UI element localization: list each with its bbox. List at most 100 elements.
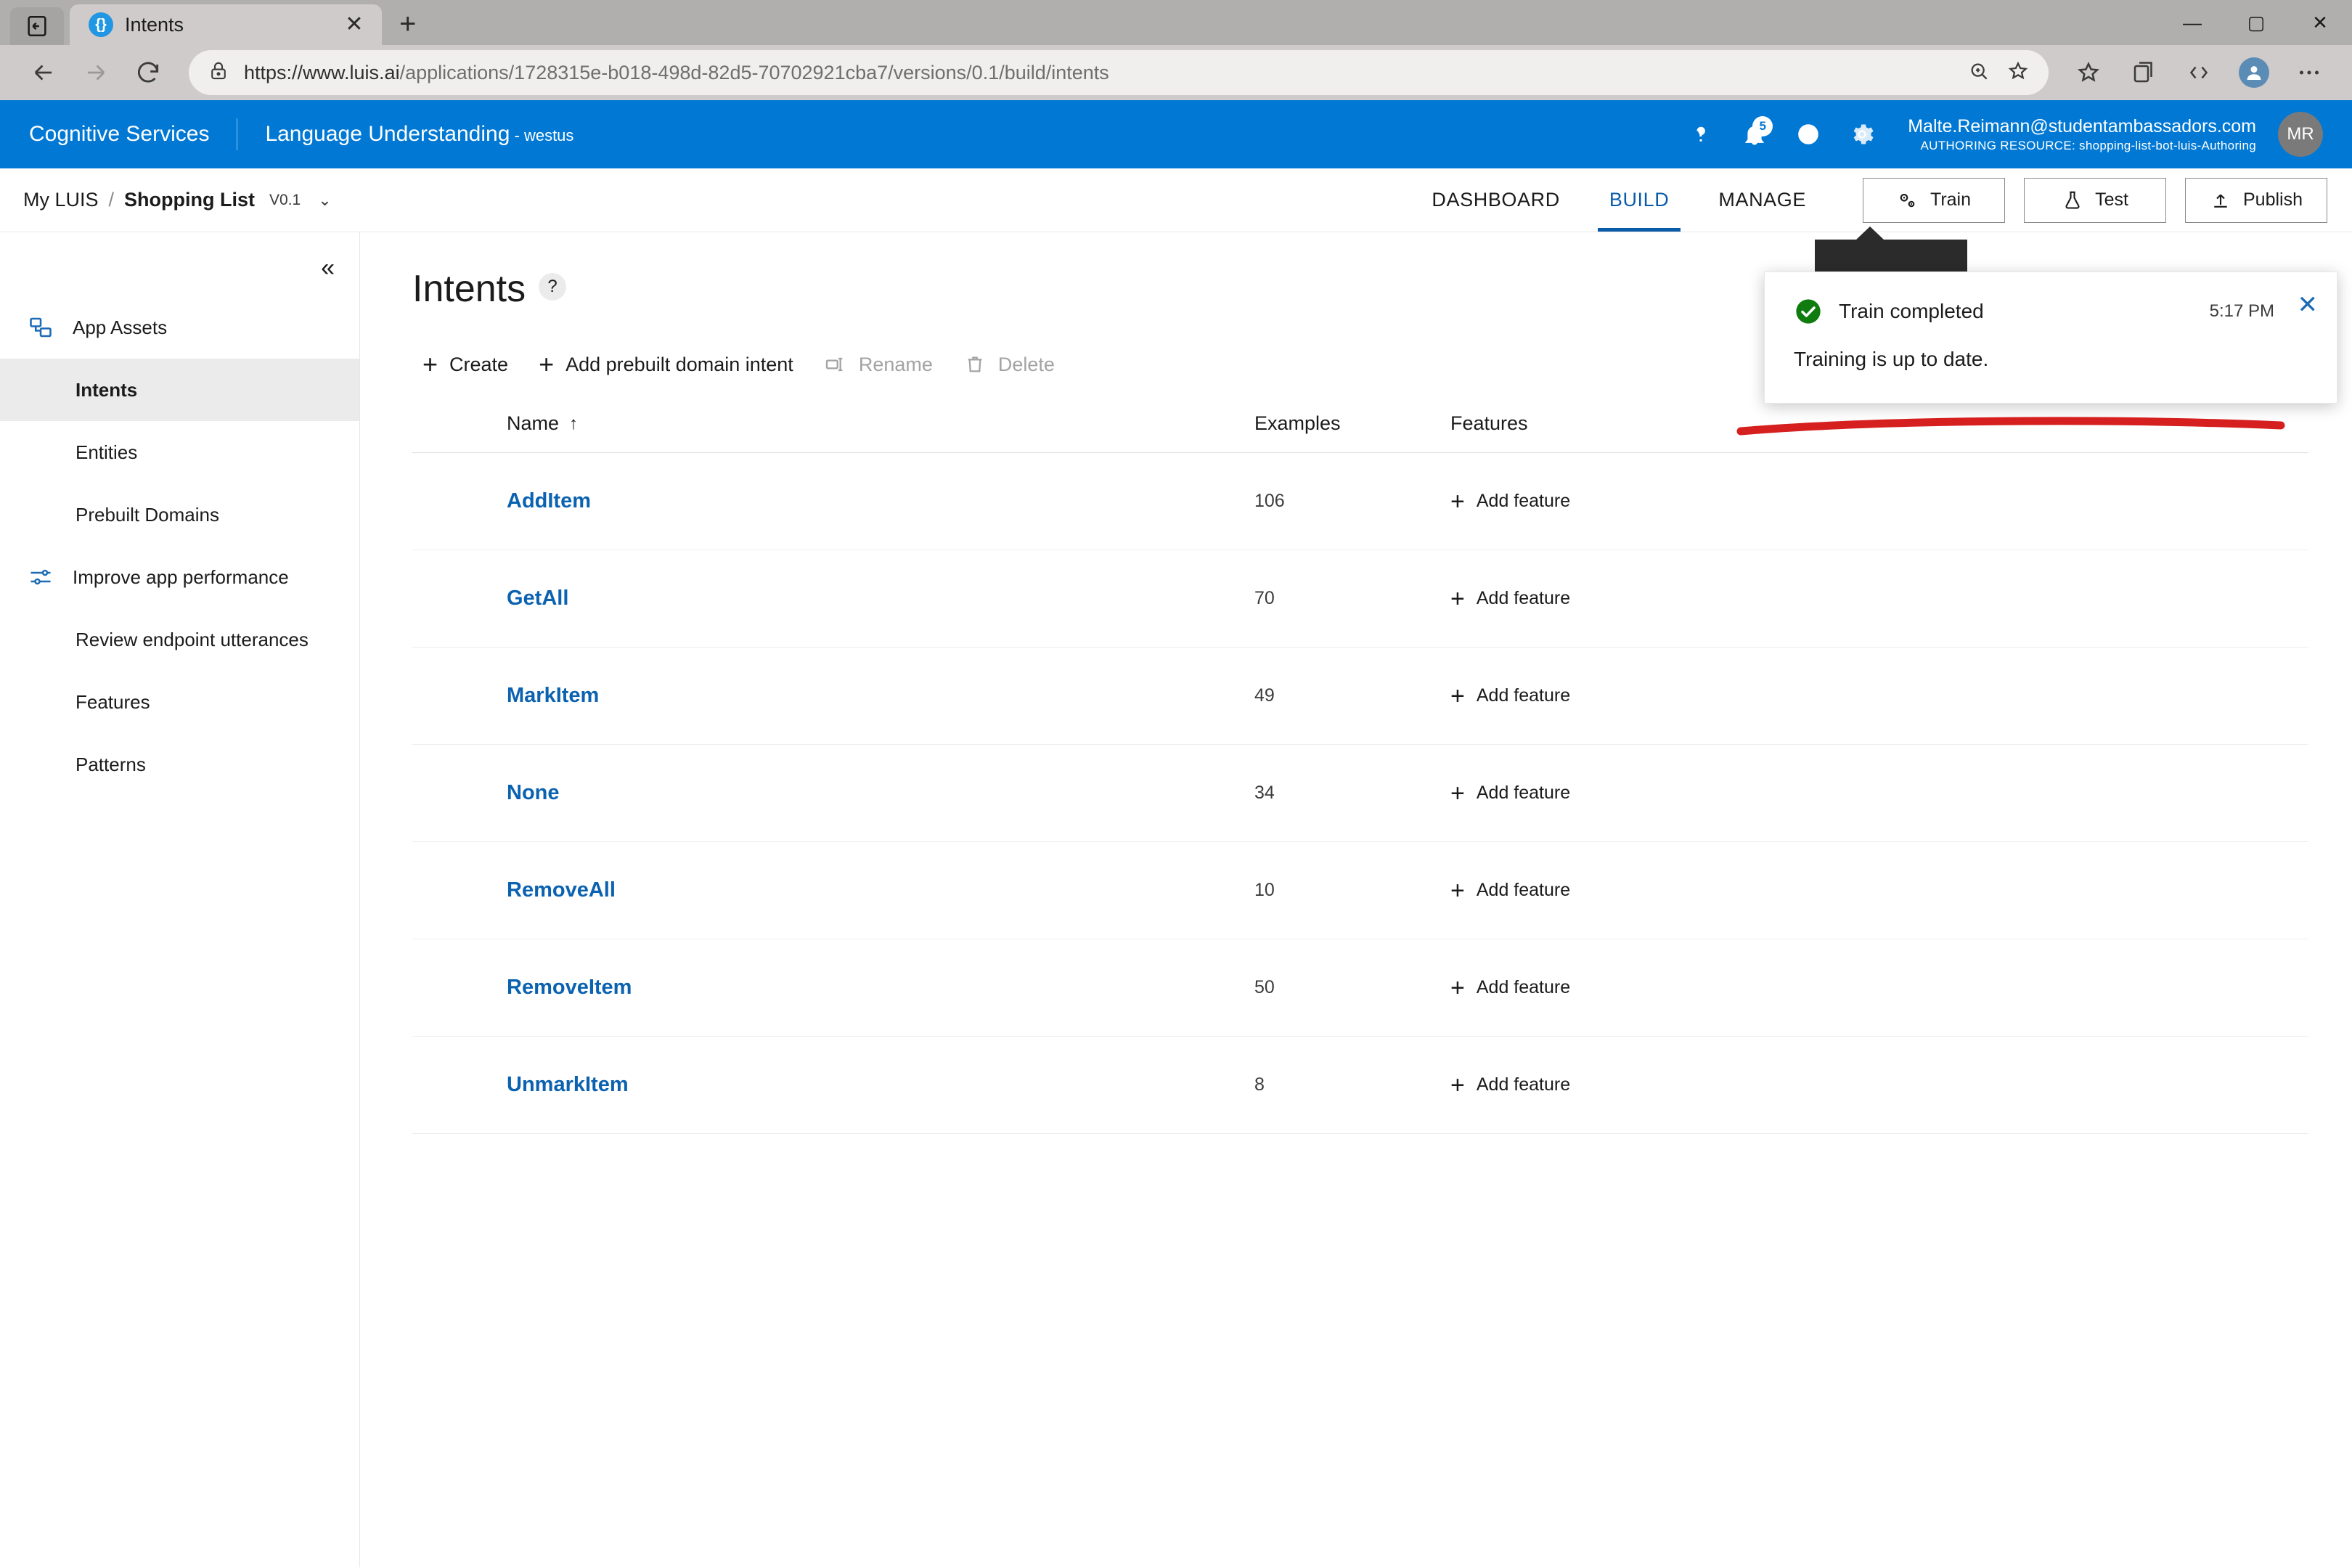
table-row[interactable]: AddItem 106 + Add feature <box>412 453 2308 550</box>
publish-button[interactable]: Publish <box>2185 178 2327 223</box>
sidebar-label: Entities <box>75 441 137 464</box>
help-icon[interactable] <box>1677 110 1725 158</box>
rename-label: Rename <box>859 354 933 376</box>
test-button[interactable]: Test <box>2024 178 2166 223</box>
reload-button[interactable] <box>123 48 173 97</box>
intent-name-link[interactable]: GetAll <box>412 587 1254 611</box>
sort-ascending-icon: ↑ <box>569 414 578 434</box>
browser-toolbar: https://www.luis.ai/applications/1728315… <box>0 45 2352 100</box>
intent-name-link[interactable]: None <box>412 781 1254 805</box>
minimize-button[interactable]: — <box>2160 0 2224 45</box>
tab-close-icon[interactable]: ✕ <box>340 14 369 36</box>
intent-name-link[interactable]: MarkItem <box>412 684 1254 708</box>
add-favorite-icon[interactable] <box>2006 60 2030 86</box>
feedback-smiley-icon[interactable] <box>1784 110 1832 158</box>
tab-dashboard[interactable]: DASHBOARD <box>1407 168 1584 232</box>
sidebar-item-app-assets[interactable]: App Assets <box>0 296 359 359</box>
publish-icon <box>2210 189 2231 211</box>
plus-icon: + <box>1450 1073 1465 1098</box>
browser-tabstrip: {} Intents ✕ + — ▢ ✕ <box>0 0 2352 45</box>
intent-name-link[interactable]: RemoveItem <box>412 976 1254 1000</box>
toast-body: Training is up to date. <box>1794 348 2308 371</box>
add-feature-button[interactable]: + Add feature <box>1450 878 2308 903</box>
sidebar-collapse-button[interactable]: « <box>0 240 359 296</box>
help-question-icon[interactable]: ? <box>539 273 566 301</box>
add-feature-button[interactable]: + Add feature <box>1450 684 2308 709</box>
table-row[interactable]: MarkItem 49 + Add feature <box>412 648 2308 745</box>
settings-gear-icon[interactable] <box>1838 110 1886 158</box>
tab-build[interactable]: BUILD <box>1585 168 1694 232</box>
maximize-button[interactable]: ▢ <box>2224 0 2288 45</box>
column-name-label: Name <box>507 412 559 435</box>
add-feature-button[interactable]: + Add feature <box>1450 489 2308 514</box>
version-chevron-down-icon[interactable]: ⌄ <box>318 191 331 210</box>
rename-button: Rename <box>814 343 953 386</box>
browser-essentials-icon[interactable] <box>2175 49 2223 97</box>
settings-more-icon[interactable] <box>2285 49 2333 97</box>
sidebar-item-review-endpoint-utterances[interactable]: Review endpoint utterances <box>0 608 359 671</box>
tab-favicon-icon: {} <box>89 12 113 37</box>
sidebar-item-features[interactable]: Features <box>0 671 359 733</box>
add-prebuilt-label: Add prebuilt domain intent <box>565 354 793 376</box>
favorites-icon[interactable] <box>2065 49 2112 97</box>
profile-avatar[interactable] <box>2230 49 2278 97</box>
intent-examples-count: 8 <box>1254 1074 1450 1095</box>
train-button[interactable]: Train <box>1863 178 2005 223</box>
tab-list-icon <box>25 14 49 38</box>
sidebar-item-prebuilt-domains[interactable]: Prebuilt Domains <box>0 483 359 546</box>
intent-name-link[interactable]: RemoveAll <box>412 878 1254 902</box>
collections-icon[interactable] <box>2120 49 2168 97</box>
browser-chrome: {} Intents ✕ + — ▢ ✕ https://www.luis.ai… <box>0 0 2352 100</box>
toast-time: 5:17 PM <box>2210 301 2308 322</box>
table-row[interactable]: RemoveItem 50 + Add feature <box>412 939 2308 1037</box>
intent-name-link[interactable]: AddItem <box>412 489 1254 513</box>
sidebar-item-improve-app-performance[interactable]: Improve app performance <box>0 546 359 608</box>
add-feature-button[interactable]: + Add feature <box>1450 1073 2308 1098</box>
toast-title: Train completed <box>1839 300 1984 323</box>
tab-manage[interactable]: MANAGE <box>1694 168 1831 232</box>
create-button[interactable]: + Create <box>412 341 528 388</box>
add-feature-button[interactable]: + Add feature <box>1450 976 2308 1000</box>
add-feature-button[interactable]: + Add feature <box>1450 781 2308 806</box>
browser-toolbar-icons <box>2065 49 2333 97</box>
intent-name-link[interactable]: UnmarkItem <box>412 1073 1254 1097</box>
add-prebuilt-domain-intent-button[interactable]: + Add prebuilt domain intent <box>528 341 814 388</box>
column-header-name[interactable]: Name ↑ <box>412 412 1254 435</box>
add-feature-label: Add feature <box>1477 977 1570 998</box>
assets-icon <box>26 314 55 340</box>
intents-table: Name ↑ Examples Features AddItem 106 + A… <box>412 412 2308 1134</box>
toast-close-icon[interactable]: ✕ <box>2298 293 2319 317</box>
notification-badge: 5 <box>1752 116 1773 136</box>
close-window-button[interactable]: ✕ <box>2288 0 2352 45</box>
column-header-examples[interactable]: Examples <box>1254 412 1450 435</box>
create-label: Create <box>449 354 508 376</box>
sidebar-item-intents[interactable]: Intents <box>0 359 359 421</box>
chevron-double-left-icon: « <box>321 256 335 280</box>
table-row[interactable]: None 34 + Add feature <box>412 745 2308 842</box>
zoom-icon[interactable] <box>1967 60 1990 86</box>
product-name[interactable]: Language Understanding - westus <box>265 122 573 147</box>
new-tab-button[interactable]: + <box>399 8 416 41</box>
sidebar-item-entities[interactable]: Entities <box>0 421 359 483</box>
delete-label: Delete <box>998 354 1055 376</box>
breadcrumb-my-luis[interactable]: My LUIS <box>23 189 99 211</box>
browser-tab[interactable]: {} Intents ✕ <box>70 4 382 45</box>
breadcrumb-app-name[interactable]: Shopping List <box>124 189 255 211</box>
add-feature-label: Add feature <box>1477 588 1570 609</box>
table-row[interactable]: RemoveAll 10 + Add feature <box>412 842 2308 939</box>
table-row[interactable]: UnmarkItem 8 + Add feature <box>412 1037 2308 1134</box>
authoring-resource: AUTHORING RESOURCE: shopping-list-bot-lu… <box>1908 138 2256 153</box>
plus-icon: + <box>1450 587 1465 611</box>
user-avatar[interactable]: MR <box>2278 112 2323 157</box>
address-bar[interactable]: https://www.luis.ai/applications/1728315… <box>189 50 2049 95</box>
back-button[interactable] <box>19 48 68 97</box>
tab-title: Intents <box>125 14 328 36</box>
notifications-icon[interactable]: 5 <box>1731 110 1779 158</box>
forward-button[interactable] <box>71 48 121 97</box>
sidebar-item-patterns[interactable]: Patterns <box>0 733 359 796</box>
add-feature-button[interactable]: + Add feature <box>1450 587 2308 611</box>
tab-search-button[interactable] <box>10 7 64 45</box>
table-row[interactable]: GetAll 70 + Add feature <box>412 550 2308 648</box>
cognitive-services-brand[interactable]: Cognitive Services <box>29 122 209 147</box>
user-account-block[interactable]: Malte.Reimann@studentambassadors.com AUT… <box>1908 115 2256 154</box>
